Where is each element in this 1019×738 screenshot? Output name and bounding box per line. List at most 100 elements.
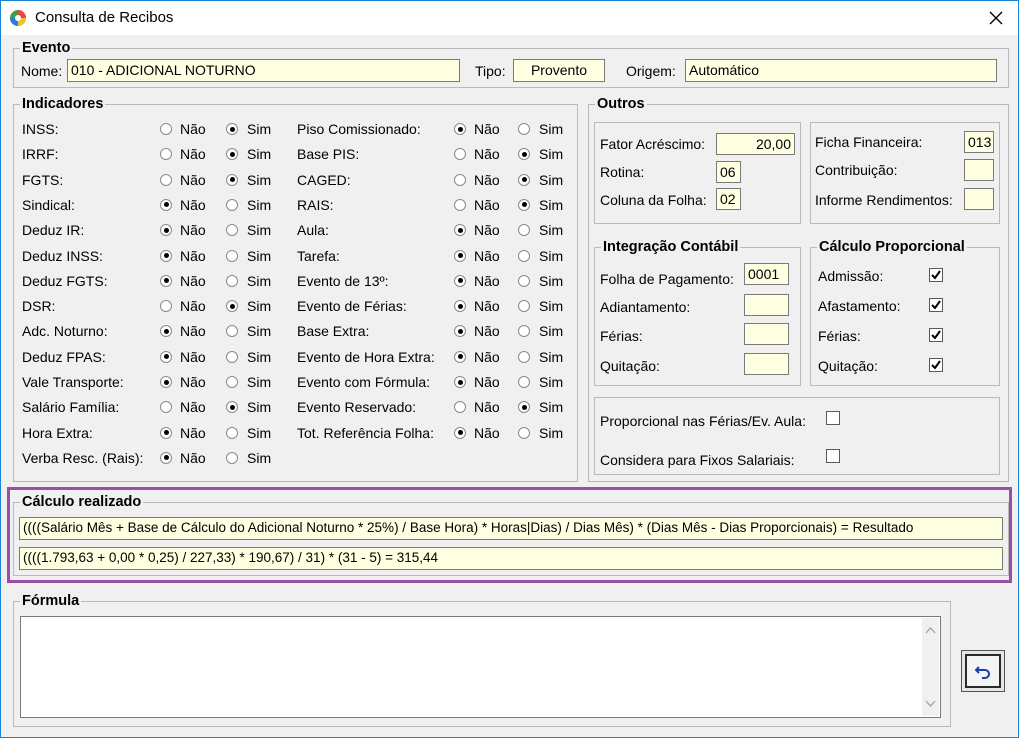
rotina-field[interactable]: 06 <box>716 161 741 183</box>
close-button[interactable] <box>976 4 1016 32</box>
indicador-nao-radio[interactable] <box>160 426 172 439</box>
formula-textarea[interactable] <box>20 616 941 718</box>
ficha-field[interactable]: 013 <box>964 131 994 153</box>
adiantamento-field[interactable] <box>744 294 789 316</box>
indicador-sim-radio[interactable] <box>226 300 238 313</box>
origem-field[interactable]: Automático <box>685 59 997 82</box>
indicador-nao-radio[interactable] <box>160 198 172 211</box>
indicador-label: Evento de Férias: <box>297 298 407 315</box>
indicador-sim-radio[interactable] <box>518 249 530 262</box>
indicador-nao-radio[interactable] <box>160 300 172 313</box>
nao-label: Não <box>474 323 500 340</box>
indicador-sim-radio[interactable] <box>226 198 238 211</box>
ferias-field[interactable] <box>744 323 789 345</box>
scroll-down-icon[interactable] <box>922 695 939 712</box>
indicador-label: Base Extra: <box>297 323 370 340</box>
sim-label: Sim <box>539 374 564 390</box>
indicador-nao-radio[interactable] <box>454 350 466 363</box>
tipo-field[interactable]: Provento <box>513 59 605 82</box>
prop-ferias-checkbox[interactable] <box>826 411 840 425</box>
indicador-sim-radio[interactable] <box>226 376 238 388</box>
scroll-up-icon[interactable] <box>922 622 939 639</box>
integracao-group-label: Integração Contábil <box>601 238 741 256</box>
sim-label: Sim <box>247 449 272 466</box>
nao-label: Não <box>180 323 206 340</box>
sim-label: Sim <box>247 399 272 416</box>
folha-field[interactable]: 0001 <box>744 263 789 285</box>
ferias-label: Férias: <box>600 328 643 344</box>
nao-label: Não <box>180 121 206 137</box>
indicador-sim-radio[interactable] <box>226 173 238 186</box>
indicador-nao-radio[interactable] <box>160 274 172 287</box>
indicador-nao-radio[interactable] <box>454 123 466 135</box>
formula-scrollbar[interactable] <box>922 618 939 716</box>
indicador-sim-radio[interactable] <box>226 426 238 439</box>
proporcional-checkbox[interactable] <box>929 328 943 342</box>
indicador-nao-radio[interactable] <box>160 249 172 262</box>
indicador-nao-radio[interactable] <box>160 376 172 388</box>
proporcional-item-label: Férias: <box>818 328 861 344</box>
sim-label: Sim <box>539 323 564 340</box>
indicador-sim-radio[interactable] <box>518 426 530 439</box>
adiantamento-label: Adiantamento: <box>600 299 691 315</box>
nome-field[interactable]: 010 - ADICIONAL NOTURNO <box>67 59 460 82</box>
informe-field[interactable] <box>964 188 994 210</box>
indicador-label: Tarefa: <box>297 247 340 264</box>
indicador-label: Tot. Referência Folha: <box>297 424 434 441</box>
calculo-result-field[interactable]: ((((1.793,63 + 0,00 * 0,25) / 227,33) * … <box>19 547 1003 570</box>
indicador-nao-radio[interactable] <box>454 173 466 186</box>
indicador-sim-radio[interactable] <box>518 198 530 211</box>
indicador-nao-radio[interactable] <box>160 350 172 363</box>
indicador-nao-radio[interactable] <box>454 300 466 313</box>
sim-label: Sim <box>247 272 272 289</box>
indicador-sim-radio[interactable] <box>226 123 238 135</box>
indicador-sim-radio[interactable] <box>226 249 238 262</box>
sim-label: Sim <box>247 171 272 188</box>
indicador-nao-radio[interactable] <box>454 198 466 211</box>
contribuicao-field[interactable] <box>964 159 994 181</box>
indicador-sim-radio[interactable] <box>518 300 530 313</box>
proporcional-item-label: Admissão: <box>818 268 884 284</box>
nao-label: Não <box>180 374 206 390</box>
indicadores-group-label: Indicadores <box>20 95 106 113</box>
coluna-field[interactable]: 02 <box>716 188 741 210</box>
indicador-label: Vale Transporte: <box>22 374 124 390</box>
undo-icon <box>974 666 990 679</box>
indicador-sim-radio[interactable] <box>226 451 238 464</box>
indicador-label: Piso Comissionado: <box>297 121 421 137</box>
indicador-label: Sindical: <box>22 196 75 213</box>
proporcional-checkbox[interactable] <box>929 358 943 372</box>
sim-label: Sim <box>247 424 272 441</box>
indicador-sim-radio[interactable] <box>518 376 530 388</box>
indicador-sim-radio[interactable] <box>518 274 530 287</box>
fixos-checkbox[interactable] <box>826 449 840 463</box>
sim-label: Sim <box>247 196 272 213</box>
quitacao-field[interactable] <box>744 353 789 375</box>
undo-button[interactable] <box>961 650 1005 692</box>
fator-field[interactable]: 20,00 <box>716 133 795 155</box>
nao-label: Não <box>180 146 206 163</box>
proporcional-checkbox[interactable] <box>929 298 943 312</box>
indicador-nao-radio[interactable] <box>160 451 172 464</box>
indicador-label: INSS: <box>22 121 59 137</box>
indicador-sim-radio[interactable] <box>518 123 530 135</box>
sim-label: Sim <box>539 424 564 441</box>
indicador-sim-radio[interactable] <box>518 350 530 363</box>
nao-label: Não <box>180 449 206 466</box>
indicador-label: Aula: <box>297 222 329 239</box>
sim-label: Sim <box>247 374 272 390</box>
indicador-nao-radio[interactable] <box>454 249 466 262</box>
indicador-label: Deduz IR: <box>22 222 85 239</box>
indicador-nao-radio[interactable] <box>160 123 172 135</box>
indicador-nao-radio[interactable] <box>160 173 172 186</box>
nao-label: Não <box>474 121 500 137</box>
indicador-nao-radio[interactable] <box>454 274 466 287</box>
indicador-nao-radio[interactable] <box>454 376 466 388</box>
origem-label: Origem: <box>626 63 676 79</box>
indicador-nao-radio[interactable] <box>454 426 466 439</box>
calculo-formula-field[interactable]: ((((Salário Mês + Base de Cálculo do Adi… <box>19 517 1003 540</box>
indicador-sim-radio[interactable] <box>226 274 238 287</box>
indicador-sim-radio[interactable] <box>518 173 530 186</box>
indicador-sim-radio[interactable] <box>226 350 238 363</box>
proporcional-checkbox[interactable] <box>929 268 943 282</box>
